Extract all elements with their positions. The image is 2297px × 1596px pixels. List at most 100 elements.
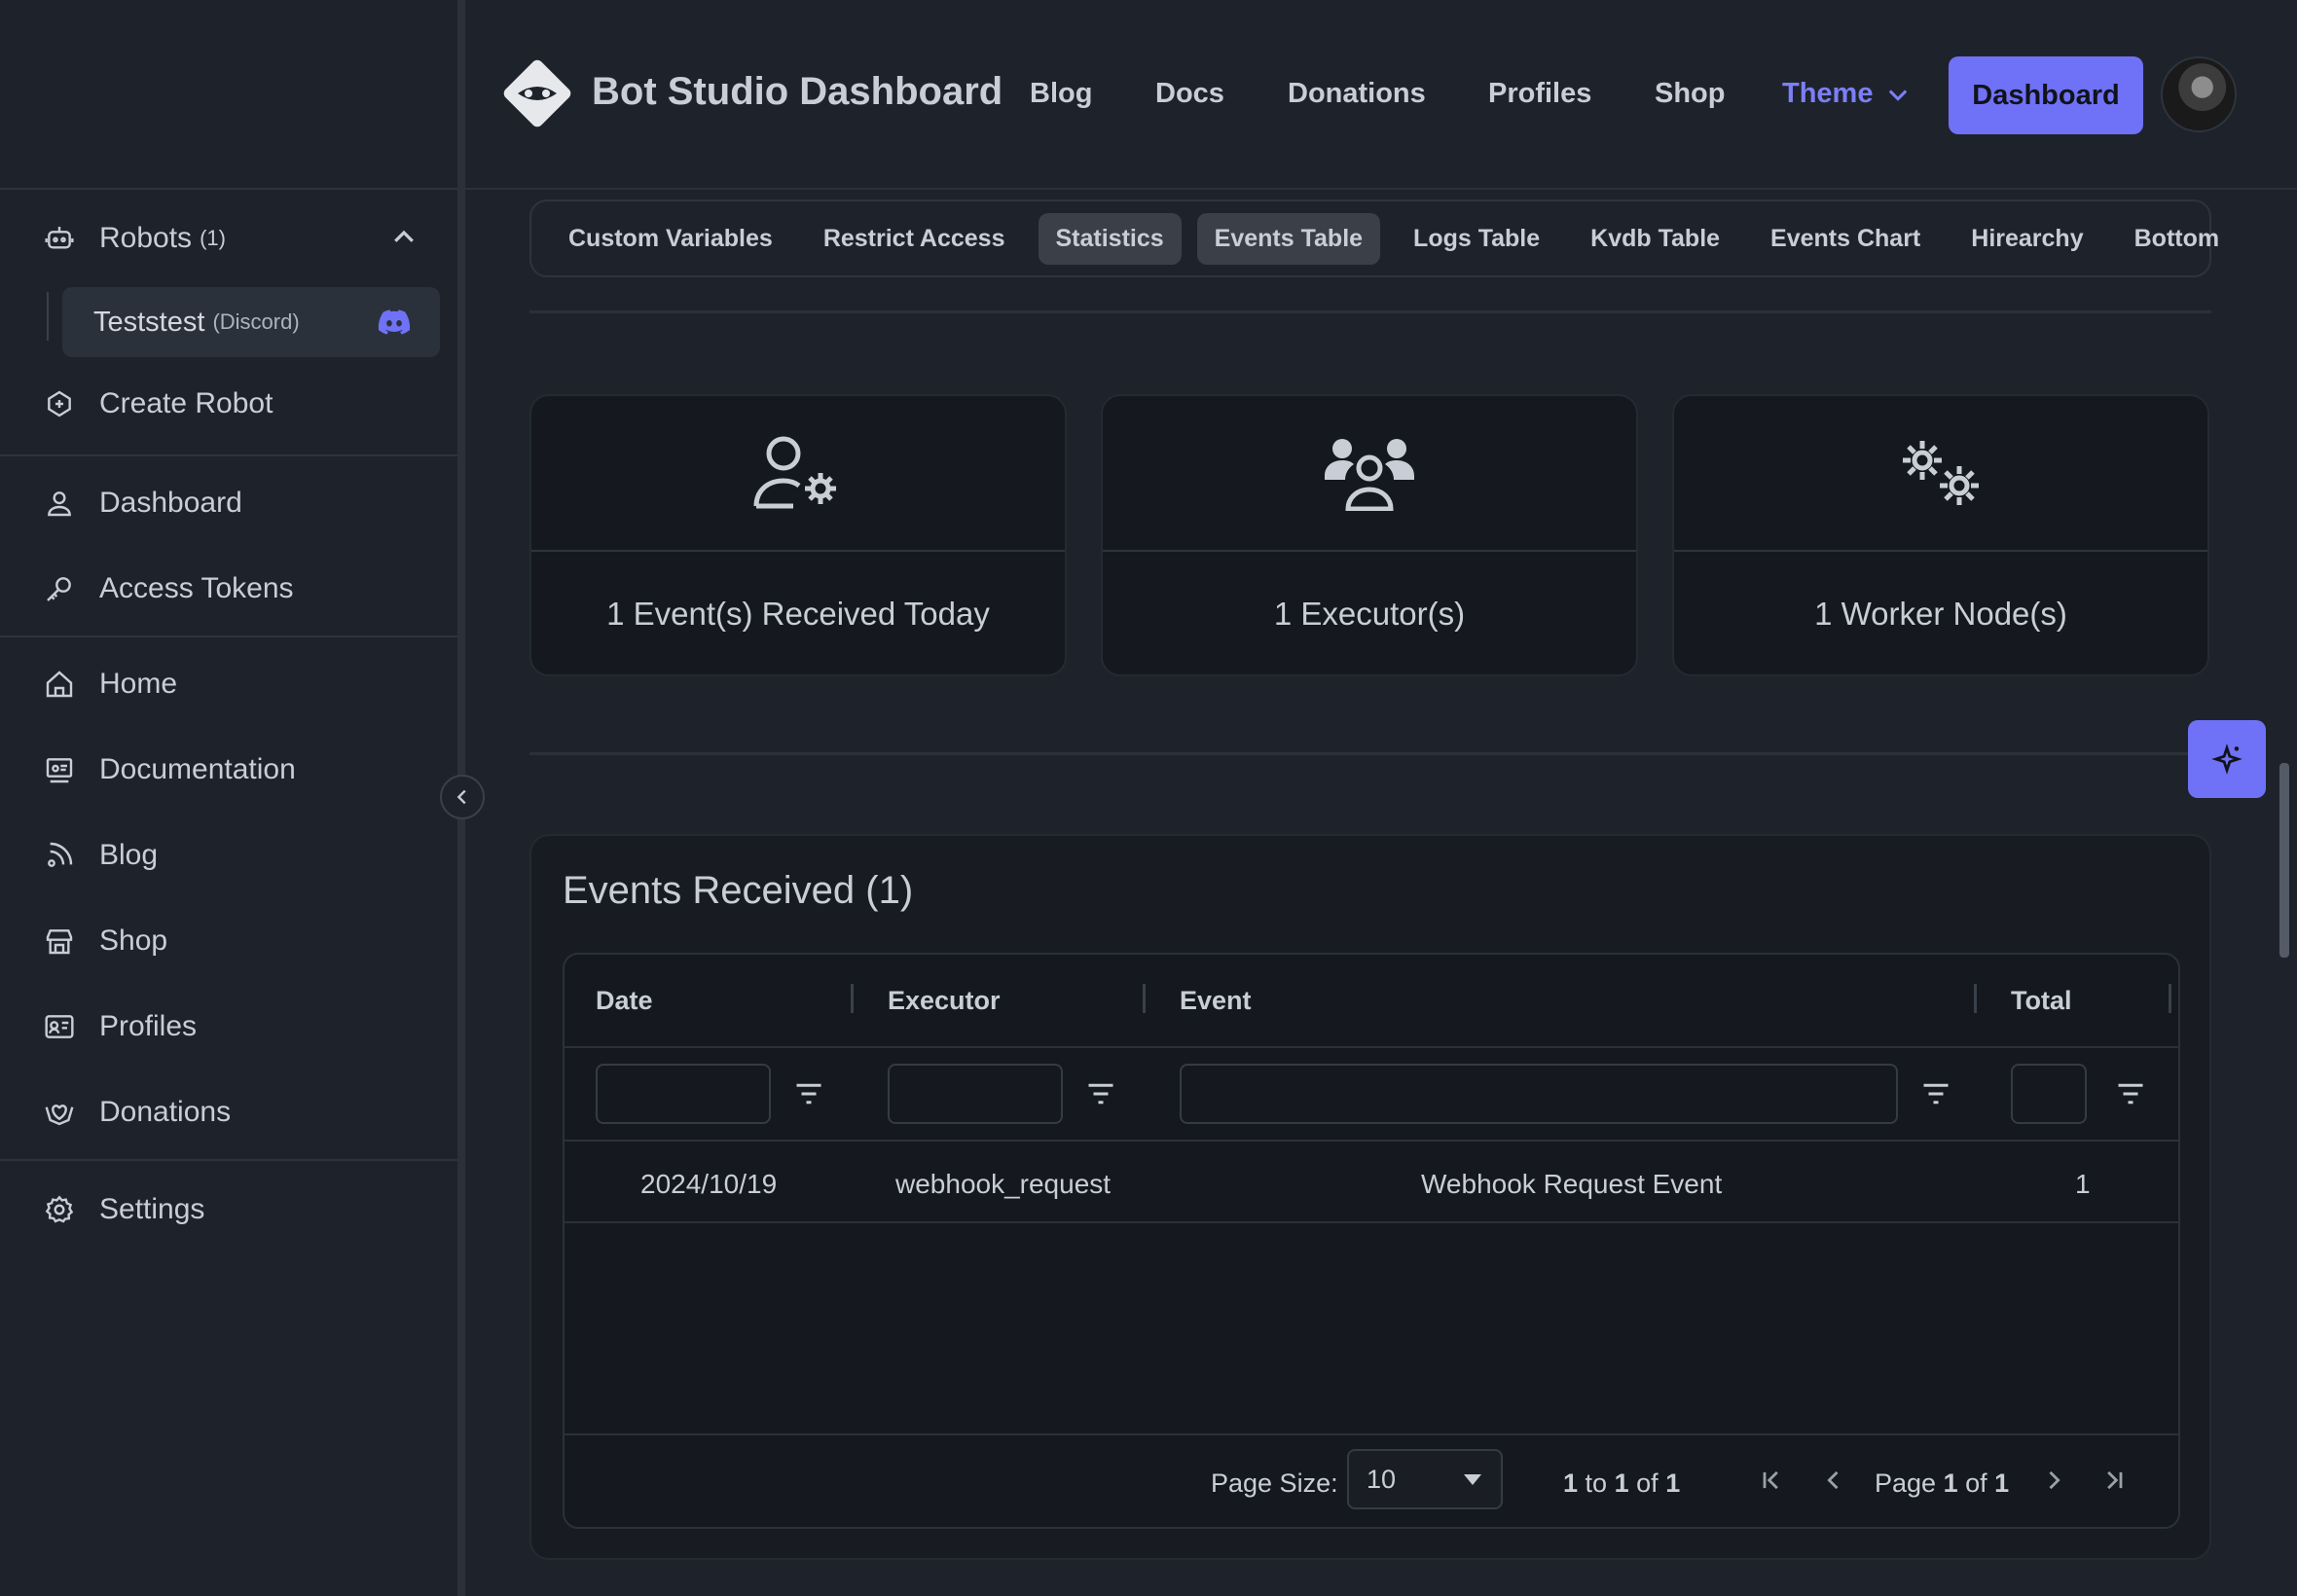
column-header-date[interactable]: Date	[596, 986, 653, 1016]
filter-icon[interactable]	[794, 1081, 823, 1106]
events-panel: Events Received (1) Date Executor Event …	[529, 834, 2211, 1560]
column-resize-handle[interactable]	[1143, 984, 1146, 1013]
tab-statistics[interactable]: Statistics	[1038, 212, 1182, 265]
stat-card-executors: 1 Executor(s)	[1101, 394, 1638, 676]
dashboard-button[interactable]: Dashboard	[1949, 56, 2143, 134]
nav-link-blog[interactable]: Blog	[1030, 78, 1092, 110]
column-resize-handle[interactable]	[851, 984, 854, 1013]
sidebar-item-label: Settings	[99, 1193, 205, 1225]
sparkle-icon	[2211, 744, 2242, 775]
sidebar-item-blog[interactable]: Blog	[0, 813, 457, 898]
logo-icon[interactable]	[498, 54, 576, 132]
nav-link-docs[interactable]: Docs	[1155, 78, 1224, 110]
divider	[529, 752, 2211, 755]
page-indicator: Page 1 of 1	[1875, 1469, 2010, 1498]
cell-executor: webhook_request	[895, 1169, 1112, 1199]
last-page-icon[interactable]	[2100, 1467, 2128, 1494]
tab-custom-variables[interactable]: Custom Variables	[551, 213, 790, 265]
column-resize-handle[interactable]	[1974, 984, 1977, 1013]
robot-icon	[43, 222, 76, 255]
sidebar-item-donations[interactable]: Donations	[0, 1070, 457, 1155]
gear-icon	[43, 1193, 76, 1226]
tab-bottom[interactable]: Bottom	[2117, 213, 2237, 265]
sidebar-item-home[interactable]: Home	[0, 641, 457, 727]
pagination-bar: Page Size: 10 1 to 1 of 1 Page 1 of 1	[565, 1433, 2178, 1527]
nav-link-shop[interactable]: Shop	[1655, 78, 1726, 110]
column-header-total[interactable]: Total	[2011, 986, 2072, 1016]
cell-date: 2024/10/19	[640, 1169, 778, 1199]
previous-page-icon[interactable]	[1820, 1467, 1847, 1494]
top-navbar: Bot Studio Dashboard Blog Docs Donations…	[465, 0, 2297, 190]
filter-icon[interactable]	[1086, 1081, 1115, 1106]
tab-logs-table[interactable]: Logs Table	[1396, 213, 1557, 265]
date-filter-input[interactable]	[596, 1064, 771, 1124]
main-content: Custom Variables Restrict Access Statist…	[465, 192, 2297, 1596]
donation-heart-icon	[43, 1096, 76, 1129]
sidebar-item-profiles[interactable]: Profiles	[0, 984, 457, 1070]
page-size-value: 10	[1367, 1464, 1397, 1494]
stat-executors: 1 Executor(s)	[1273, 596, 1466, 632]
tab-restrict-access[interactable]: Restrict Access	[806, 213, 1023, 265]
sidebar-item-label: Dashboard	[99, 487, 242, 519]
sidebar-item-label: Profiles	[99, 1010, 198, 1042]
chevron-up-icon[interactable]	[389, 223, 419, 252]
event-filter-input[interactable]	[1180, 1064, 1898, 1124]
column-header-event[interactable]: Event	[1180, 986, 1252, 1016]
filter-icon[interactable]	[1921, 1081, 1951, 1106]
cell-event: Webhook Request Event	[1421, 1169, 1723, 1199]
avatar[interactable]	[2161, 56, 2237, 132]
tab-hirearchy[interactable]: Hirearchy	[1953, 213, 2100, 265]
page-size-select[interactable]: 10	[1347, 1449, 1503, 1509]
sidebar-item-documentation[interactable]: Documentation	[0, 727, 457, 813]
tab-kvdb-table[interactable]: Kvdb Table	[1573, 213, 1737, 265]
row-range-summary: 1 to 1 of 1	[1563, 1469, 1681, 1498]
next-page-icon[interactable]	[2040, 1467, 2067, 1494]
filter-row	[565, 1048, 2178, 1142]
table-header: Date Executor Event Total	[565, 955, 2178, 1048]
page-size-label: Page Size:	[1211, 1469, 1338, 1498]
sidebar-divider	[0, 454, 457, 456]
sidebar-divider	[0, 635, 457, 637]
tab-events-chart[interactable]: Events Chart	[1753, 213, 1938, 265]
divider	[529, 310, 2211, 313]
brand-title[interactable]: Bot Studio Dashboard	[592, 70, 1003, 114]
robots-count: (1)	[200, 226, 226, 250]
sidebar-item-create-robot[interactable]: Create Robot	[0, 361, 457, 447]
sidebar-robot-teststest[interactable]: Teststest (Discord)	[62, 287, 440, 357]
documentation-icon	[43, 753, 76, 786]
key-icon	[43, 572, 76, 605]
events-title: Events Received (1)	[563, 869, 914, 912]
chevron-down-icon	[1889, 89, 1908, 101]
first-page-icon[interactable]	[1758, 1467, 1785, 1494]
nav-link-profiles[interactable]: Profiles	[1488, 78, 1591, 110]
tree-line	[47, 292, 49, 341]
filter-icon[interactable]	[2116, 1081, 2145, 1106]
robot-name: Teststest	[93, 306, 205, 338]
column-resize-handle[interactable]	[2169, 984, 2171, 1013]
column-header-executor[interactable]: Executor	[888, 986, 1001, 1016]
gears-icon	[1903, 441, 1979, 505]
sidebar-item-settings[interactable]: Settings	[0, 1167, 457, 1252]
total-filter-input[interactable]	[2011, 1064, 2087, 1124]
tab-events-table[interactable]: Events Table	[1196, 212, 1381, 265]
sidebar-item-dashboard[interactable]: Dashboard	[0, 460, 457, 546]
sidebar-item-access-tokens[interactable]: Access Tokens	[0, 546, 457, 632]
sidebar-item-label: Shop	[99, 925, 168, 957]
sidebar-item-label: Documentation	[99, 753, 296, 785]
caret-down-icon	[1464, 1474, 1481, 1485]
sidebar-item-label: Create Robot	[99, 387, 273, 419]
stat-card-worker-nodes: 1 Worker Node(s)	[1672, 394, 2209, 676]
sidebar-top-spacer	[0, 0, 457, 190]
scrollbar-thumb[interactable]	[2279, 763, 2289, 958]
table-row[interactable]: 2024/10/19 webhook_request Webhook Reque…	[565, 1142, 2178, 1223]
sidebar-item-robots[interactable]: Robots (1)	[0, 190, 457, 287]
create-robot-icon	[43, 387, 76, 420]
nav-link-donations[interactable]: Donations	[1288, 78, 1426, 110]
theme-label: Theme	[1782, 78, 1874, 109]
theme-dropdown[interactable]: Theme	[1782, 78, 1912, 110]
sidebar-item-label: Blog	[99, 839, 159, 871]
user-gear-icon	[753, 436, 836, 509]
sidebar-item-shop[interactable]: Shop	[0, 898, 457, 984]
executor-filter-input[interactable]	[888, 1064, 1063, 1124]
ai-assistant-button[interactable]	[2188, 720, 2266, 798]
